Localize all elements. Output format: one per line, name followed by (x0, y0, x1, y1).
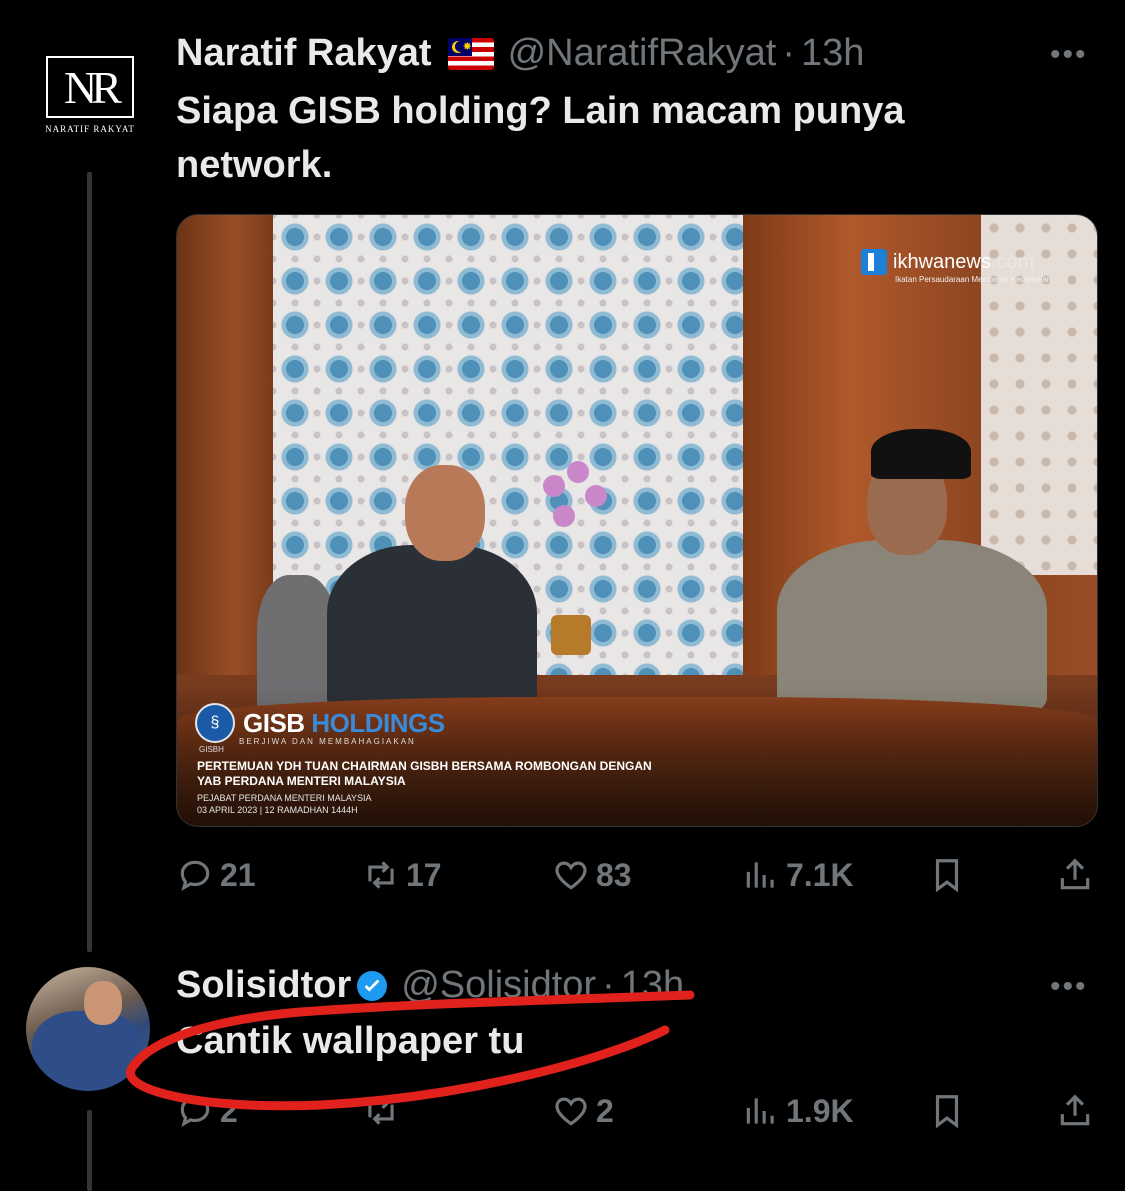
caption-place: PEJABAT PERDANA MENTERI MALAYSIA (197, 793, 372, 803)
gisb-logo-icon: § (195, 703, 235, 743)
ikhwanews-logo-icon (861, 249, 887, 275)
share-icon (1060, 1094, 1090, 1126)
thread-line-bottom (87, 1110, 92, 1191)
watermark-site: ikhwanews (893, 250, 991, 273)
thread-line-top (87, 172, 92, 952)
media-caption-title: PERTEMUAN YDH TUAN CHAIRMAN GISBH BERSAM… (197, 759, 717, 789)
ikhwanews-watermark: ikhwanews.com (861, 249, 1034, 275)
views-chart-icon (746, 862, 774, 888)
repost-button[interactable]: 17 (362, 856, 442, 894)
person-right-cap (871, 429, 971, 479)
reply-icon (180, 860, 210, 891)
reply-button[interactable]: 21 (176, 856, 256, 894)
avatar-monogram: NR (46, 56, 134, 118)
avatar-solisidtor[interactable] (26, 967, 150, 1091)
brand-part2: HOLDINGS (311, 707, 445, 738)
tweet1-text: Siapa GISB holding? Lain macam punya net… (176, 90, 905, 186)
tweet2-header: Solisidtor @Solisidtor · 13h (176, 964, 684, 1007)
brand-tagline: BERJIWA DAN MEMBAHAGIAKAN (239, 737, 416, 746)
views-count: 7.1K (786, 856, 854, 893)
person-left-head (405, 465, 485, 561)
avatar-naratif-rakyat[interactable]: NR NARATIF RAKYAT (42, 56, 138, 140)
bookmark-button[interactable] (928, 856, 966, 894)
timestamp[interactable]: 13h (801, 32, 864, 75)
repost-icon (368, 1097, 394, 1125)
author-handle[interactable]: @NaratifRakyat (508, 32, 777, 75)
media-caption-sub: PEJABAT PERDANA MENTERI MALAYSIA 03 APRI… (197, 792, 372, 816)
repost-button[interactable] (362, 1092, 406, 1130)
share-icon (1060, 858, 1090, 890)
avatar-caption: NARATIF RAKYAT (45, 124, 135, 134)
malaysia-flag-icon: ✸ (447, 37, 494, 70)
tweet2-action-bar: 2 2 1.9K (176, 1092, 1096, 1142)
author-name[interactable]: Naratif Rakyat (176, 32, 432, 75)
like-button[interactable]: 2 (552, 1092, 614, 1130)
reply-button[interactable]: 2 (176, 1092, 238, 1130)
heart-icon (555, 1097, 587, 1126)
separator-dot: · (602, 964, 615, 1006)
tweet1-action-bar: 21 17 83 7.1K (176, 856, 1096, 906)
timestamp[interactable]: 13h (621, 964, 684, 1007)
caption-line1: PERTEMUAN YDH TUAN CHAIRMAN GISBH BERSAM… (197, 759, 652, 773)
heart-icon (555, 861, 587, 890)
views-count: 1.9K (786, 1092, 854, 1129)
bookmark-icon (935, 859, 959, 893)
reply-count: 2 (220, 1092, 238, 1129)
author-name[interactable]: Solisidtor (176, 964, 351, 1007)
logo-initials: GISBH (199, 745, 224, 754)
watermark-tld: .com (990, 250, 1035, 273)
more-options-icon[interactable]: ••• (1050, 38, 1088, 72)
author-handle[interactable]: @Solisidtor (401, 964, 596, 1007)
reply-icon (180, 1096, 210, 1127)
bookmark-button[interactable] (928, 1092, 966, 1130)
views-chart-icon (746, 1098, 774, 1124)
like-button[interactable]: 83 (552, 856, 632, 894)
tweet1-header: Naratif Rakyat ✸ @NaratifRakyat · 13h (176, 32, 864, 75)
like-count: 2 (596, 1092, 614, 1129)
tweet2-text: Cantik wallpaper tu (176, 1020, 525, 1062)
views-button[interactable]: 7.1K (742, 856, 854, 894)
caption-date: 03 APRIL 2023 | 12 RAMADHAN 1444H (197, 805, 358, 815)
tweet-media-image[interactable]: ikhwanews.com Ikatan Persaudaraan Membaw… (176, 214, 1098, 827)
views-button[interactable]: 1.9K (742, 1092, 854, 1130)
bookmark-icon (935, 1095, 959, 1129)
reply-count: 21 (220, 856, 256, 893)
repost-icon (368, 861, 394, 889)
caption-line2: YAB PERDANA MENTERI MALAYSIA (197, 774, 406, 788)
brand-part1: GISB (243, 707, 305, 738)
watermark-tagline: Ikatan Persaudaraan Membawa Kedamaian (895, 275, 1052, 284)
repost-count: 17 (406, 856, 442, 893)
like-count: 83 (596, 856, 632, 893)
verified-badge-icon (357, 970, 388, 1001)
more-options-icon[interactable]: ••• (1050, 970, 1088, 1004)
separator-dot: · (782, 32, 795, 74)
share-button[interactable] (1056, 856, 1094, 894)
share-button[interactable] (1056, 1092, 1094, 1130)
orchid-plant (533, 455, 623, 655)
